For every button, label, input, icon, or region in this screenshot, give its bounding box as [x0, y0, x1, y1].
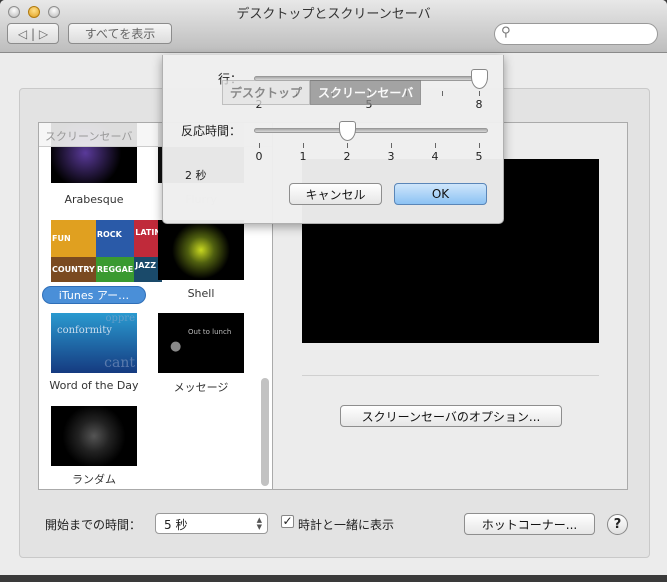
slider-tick-label: 2	[343, 150, 351, 163]
word-of-the-day-thumbnail[interactable]: oppre conformity cant	[51, 313, 137, 373]
apple-icon: ●	[170, 339, 182, 354]
slider-tick-label: 8	[475, 98, 483, 111]
delay-slider[interactable]	[254, 128, 488, 133]
tab-bar: デスクトップ スクリーンセーバ	[222, 80, 422, 105]
tile: REGGAE	[95, 257, 135, 282]
slider-tick-label: 0	[255, 150, 263, 163]
slider-tick	[479, 91, 480, 96]
list-scrollbar[interactable]	[261, 378, 269, 486]
window-title: デスクトップとスクリーンセーバ	[236, 7, 431, 22]
word: cant	[104, 355, 135, 371]
word: oppre	[105, 313, 135, 324]
checkmark-icon: ✓	[282, 514, 293, 528]
message-text: Out to lunch	[188, 328, 232, 336]
slider-tick-label: 4	[431, 150, 439, 163]
show-all-button[interactable]: すべてを表示	[68, 23, 172, 44]
random-thumbnail[interactable]	[51, 406, 137, 466]
search-icon: ⚲	[501, 25, 511, 40]
back-forward-buttons[interactable]: ◁ | ▷	[7, 23, 59, 44]
tab-screensaver[interactable]: スクリーンセーバ	[310, 80, 422, 105]
search-input[interactable]: ⚲	[494, 23, 658, 45]
tab-desktop[interactable]: デスクトップ	[222, 80, 311, 105]
slider-tick	[442, 91, 444, 96]
shell-thumbnail[interactable]	[158, 220, 244, 280]
delay-label: 反応時間：	[181, 124, 242, 138]
back-icon[interactable]: ◁	[18, 27, 27, 41]
slider-tick-label: 1	[299, 150, 307, 163]
forward-icon[interactable]: ▷	[39, 27, 48, 41]
delay-readout: 2 秒	[185, 169, 207, 182]
cancel-button[interactable]: キャンセル	[289, 183, 382, 205]
slider-tick	[347, 143, 348, 148]
list-item-label[interactable]: メッセージ	[141, 379, 261, 395]
slider-tick	[259, 143, 260, 148]
start-time-label: 開始までの時間：	[45, 518, 142, 532]
slider-tick	[435, 143, 436, 148]
itunes-thumbnail[interactable]: FUN ROCK LATIN COUNTRY REGGAE JAZZ	[51, 220, 163, 282]
messages-thumbnail[interactable]: Out to lunch ●	[158, 313, 244, 373]
tile: FUN	[51, 220, 96, 257]
ok-button[interactable]: OK	[394, 183, 487, 205]
slider-tick-label: 3	[387, 150, 395, 163]
list-item-label-selected[interactable]: iTunes アー…	[42, 286, 146, 304]
title-bar: デスクトップとスクリーンセーバ ◁ | ▷ すべてを表示 ⚲	[0, 0, 667, 53]
list-item-label[interactable]: ランダム	[39, 471, 154, 487]
list-item-label[interactable]: Arabesque	[39, 193, 154, 206]
show-clock-checkbox[interactable]: ✓	[281, 515, 294, 528]
start-time-select[interactable]: 5 秒 ▲ ▼	[155, 513, 268, 534]
list-item-label[interactable]: Shell	[141, 287, 261, 300]
rows-slider-thumb[interactable]	[471, 69, 488, 89]
window: デスクトップとスクリーンセーバ ◁ | ▷ すべてを表示 ⚲ スクリーンセーバ …	[0, 0, 667, 575]
tile: COUNTRY	[51, 257, 96, 282]
slider-tick	[391, 143, 392, 148]
slider-tick	[479, 143, 480, 148]
start-time-value: 5 秒	[164, 518, 188, 532]
divider	[302, 375, 599, 376]
word: conformity	[57, 325, 112, 336]
slider-tick	[303, 143, 304, 148]
help-button[interactable]: ?	[607, 514, 628, 535]
show-clock-label[interactable]: 時計と一緒に表示	[298, 516, 394, 533]
tile: ROCK	[95, 220, 135, 257]
slider-tick-label: 5	[475, 150, 483, 163]
updown-icon: ▲ ▼	[256, 516, 262, 531]
screensaver-options-button[interactable]: スクリーンセーバのオプション...	[340, 405, 562, 427]
hot-corners-button[interactable]: ホットコーナー...	[464, 513, 595, 535]
list-item-label[interactable]: Word of the Day	[39, 379, 154, 392]
delay-slider-thumb[interactable]	[339, 121, 356, 141]
